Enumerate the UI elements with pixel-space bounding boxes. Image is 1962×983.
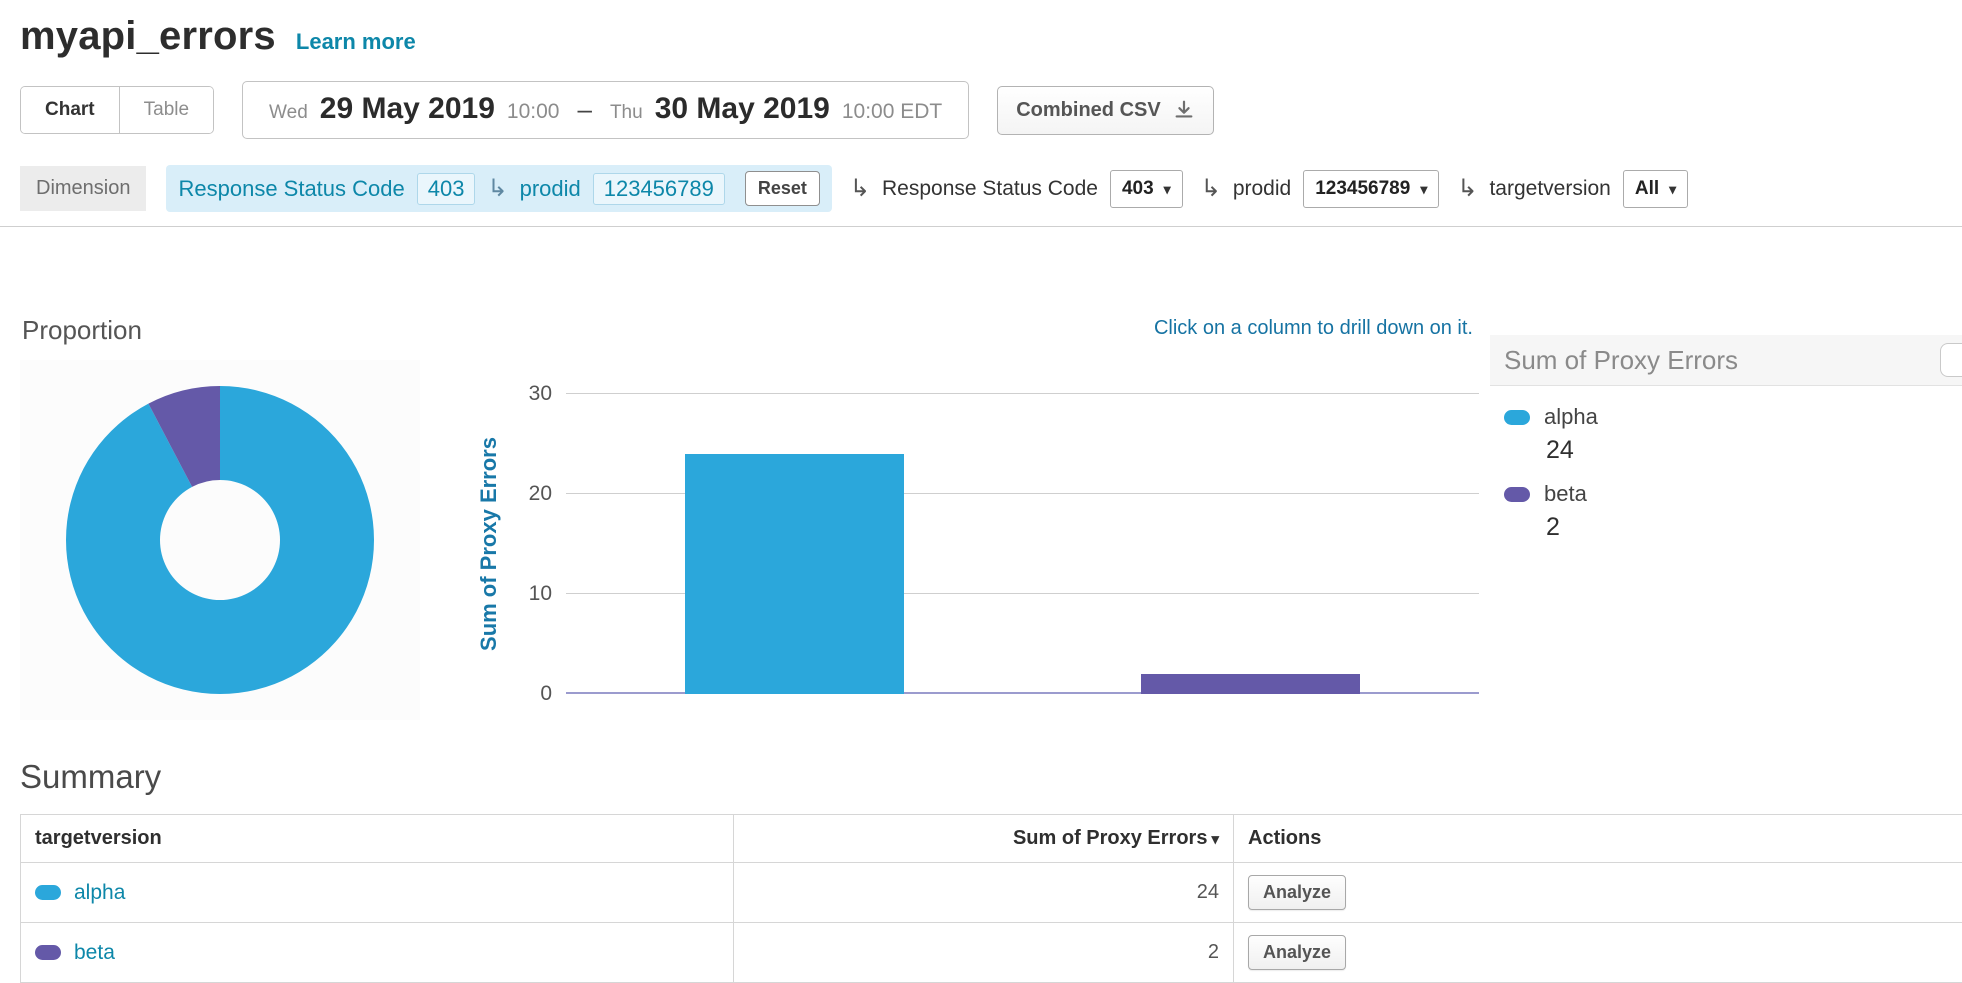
legend-item-alpha[interactable]: alpha <box>1504 404 1956 430</box>
y-tick-label: 30 <box>529 382 552 406</box>
caret-down-icon: ▾ <box>1164 182 1171 196</box>
date-range-picker[interactable]: Wed 29 May 2019 10:00 – Thu 30 May 2019 … <box>242 81 969 139</box>
proportion-title: Proportion <box>22 315 440 346</box>
legend-item-value: 2 <box>1546 513 1956 542</box>
caret-down-icon: ▾ <box>1420 182 1427 196</box>
view-toggle: Chart Table <box>20 86 214 134</box>
breadcrumb-filter-name: prodid <box>520 176 581 202</box>
dropdown-value: All <box>1635 178 1659 200</box>
row-value: 2 <box>734 923 1234 983</box>
dropdown-value: 403 <box>1122 178 1154 200</box>
bar-chart-panel: Click on a column to drill down on it. S… <box>466 291 1479 720</box>
filter-dropdown-group: ↳ Response Status Code 403 ▾ <box>850 170 1183 208</box>
table-header-row: targetversion Sum of Proxy Errors ▾ Acti… <box>21 815 1962 863</box>
start-time: 10:00 <box>507 100 560 124</box>
legend-item: alpha 24 <box>1504 404 1956 465</box>
legend-item: beta 2 <box>1504 481 1956 542</box>
drill-arrow-icon: ↳ <box>1457 177 1477 201</box>
dimension-label: Dimension <box>20 166 146 211</box>
y-tick-label: 0 <box>540 682 552 706</box>
row-link-alpha[interactable]: alpha <box>74 881 125 905</box>
y-axis-label: Sum of Proxy Errors <box>476 437 502 651</box>
alpha-color-swatch <box>35 885 61 900</box>
prodid-dropdown[interactable]: 123456789 ▾ <box>1303 170 1439 208</box>
date-range-separator: – <box>577 94 591 125</box>
dropdown-label: targetversion <box>1489 177 1610 201</box>
drill-arrow-icon: ↳ <box>1201 177 1221 201</box>
dropdown-value: 123456789 <box>1315 178 1410 200</box>
column-header-actions: Actions <box>1234 815 1962 863</box>
legend-header: Sum of Proxy Errors <box>1490 335 1962 386</box>
proportion-panel: Proportion <box>20 291 440 720</box>
chart-toggle-button[interactable]: Chart <box>21 87 120 133</box>
analyze-button[interactable]: Analyze <box>1248 935 1346 970</box>
summary-table: targetversion Sum of Proxy Errors ▾ Acti… <box>20 814 1962 983</box>
end-day: Thu <box>610 102 643 124</box>
end-time: 10:00 EDT <box>842 100 942 124</box>
filter-dropdown-group: ↳ targetversion All ▾ <box>1457 170 1688 208</box>
end-date: 30 May 2019 <box>655 92 830 126</box>
legend-item-value: 24 <box>1546 436 1956 465</box>
start-date: 29 May 2019 <box>320 92 495 126</box>
bar-alpha[interactable] <box>685 454 904 694</box>
proportion-donut-chart <box>62 382 378 698</box>
download-icon <box>1173 99 1195 121</box>
caret-down-icon: ▾ <box>1669 182 1676 196</box>
y-tick-label: 20 <box>529 482 552 506</box>
drill-hint: Click on a column to drill down on it. <box>466 317 1479 340</box>
y-axis-ticks: 0102030 <box>512 394 566 694</box>
drill-arrow-icon: ↳ <box>850 177 870 201</box>
dropdown-label: Response Status Code <box>882 177 1098 201</box>
y-tick-label: 10 <box>529 582 552 606</box>
dimension-bar: Dimension Response Status Code 403 ↳ pro… <box>0 165 1962 227</box>
summary-title: Summary <box>20 758 1942 796</box>
targetversion-dropdown[interactable]: All ▾ <box>1623 170 1688 208</box>
analyze-button[interactable]: Analyze <box>1248 875 1346 910</box>
learn-more-link[interactable]: Learn more <box>296 29 416 55</box>
breadcrumb-filter-value[interactable]: 123456789 <box>593 173 725 205</box>
plot-area <box>566 394 1479 694</box>
header: myapi_errors Learn more <box>20 14 1942 59</box>
combined-csv-button[interactable]: Combined CSV <box>997 86 1213 135</box>
bar-chart: Sum of Proxy Errors 0102030 <box>466 394 1479 694</box>
breadcrumb-filter-name: Response Status Code <box>178 176 404 202</box>
drill-arrow-icon: ↳ <box>487 177 507 201</box>
legend-items: alpha 24 beta 2 <box>1490 386 1962 542</box>
charts-section: Proportion Click on a column to drill do… <box>20 291 1942 720</box>
breadcrumb-filter-value[interactable]: 403 <box>417 173 476 205</box>
legend-item-beta[interactable]: beta <box>1504 481 1956 507</box>
sort-desc-icon: ▾ <box>1211 830 1219 848</box>
donut-chart-card <box>20 360 420 720</box>
legend-item-label: alpha <box>1544 404 1598 430</box>
beta-color-swatch <box>1504 487 1530 502</box>
alpha-color-swatch <box>1504 410 1530 425</box>
gridline <box>566 393 1479 394</box>
page-title: myapi_errors <box>20 14 276 59</box>
reset-button[interactable]: Reset <box>745 171 820 206</box>
filter-breadcrumb: Response Status Code 403 ↳ prodid 123456… <box>166 165 831 212</box>
beta-color-swatch <box>35 945 61 960</box>
combined-csv-label: Combined CSV <box>1016 99 1160 122</box>
table-row: beta 2 Analyze <box>21 923 1962 983</box>
row-link-beta[interactable]: beta <box>74 941 115 965</box>
legend-panel: Sum of Proxy Errors alpha 24 beta 2 <box>1490 291 1962 720</box>
report-page: myapi_errors Learn more Chart Table Wed … <box>0 0 1962 983</box>
response-status-code-dropdown[interactable]: 403 ▾ <box>1110 170 1183 208</box>
bar-beta[interactable] <box>1141 674 1360 694</box>
filter-dropdown-group: ↳ prodid 123456789 ▾ <box>1201 170 1440 208</box>
column-header-targetversion[interactable]: targetversion <box>21 815 734 863</box>
row-value: 24 <box>734 863 1234 923</box>
legend-title: Sum of Proxy Errors <box>1504 345 1738 376</box>
column-header-sum[interactable]: Sum of Proxy Errors ▾ <box>734 815 1234 863</box>
toolbar: Chart Table Wed 29 May 2019 10:00 – Thu … <box>20 81 1942 139</box>
dropdown-label: prodid <box>1233 177 1291 201</box>
start-day: Wed <box>269 102 308 124</box>
legend-collapse-button[interactable] <box>1940 343 1962 377</box>
legend-item-label: beta <box>1544 481 1587 507</box>
table-row: alpha 24 Analyze <box>21 863 1962 923</box>
table-toggle-button[interactable]: Table <box>120 87 213 133</box>
